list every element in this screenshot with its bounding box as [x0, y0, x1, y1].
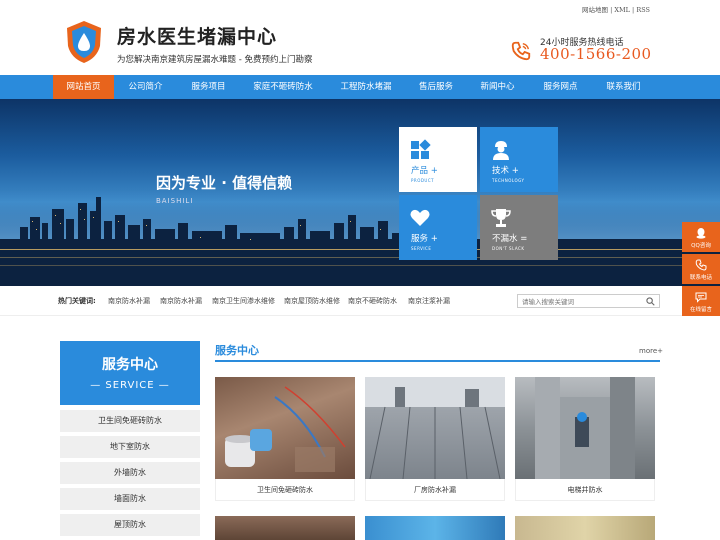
keyword-link[interactable]: 南京注浆补漏 — [408, 296, 450, 306]
keyword-link[interactable]: 南京不砸砖防水 — [348, 296, 397, 306]
online-message-button[interactable]: 在线留言 — [682, 286, 720, 316]
service-card[interactable] — [215, 516, 355, 540]
card-caption: 卫生间免砸砖防水 — [215, 479, 355, 501]
keyword-link[interactable]: 南京防水补漏 — [160, 296, 202, 306]
phone-contact-button[interactable]: 联系电话 — [682, 254, 720, 284]
tile-product-en: PRODUCT — [411, 178, 435, 183]
top-links: 网站地图 | XML | RSS — [582, 6, 650, 14]
tile-no-leak[interactable]: 不漏水 = DON'T SLACK — [480, 195, 558, 260]
online-message-label: 在线留言 — [689, 307, 712, 313]
keyword-link[interactable]: 南京屋顶防水维修 — [284, 296, 340, 306]
phone-icon — [695, 259, 707, 271]
more-link[interactable]: more+ — [639, 347, 663, 355]
city-skyline-image — [0, 189, 720, 286]
tile-technology-label: 技术 + — [492, 166, 519, 176]
service-card[interactable]: 卫生间免砸砖防水 — [215, 377, 355, 501]
chat-icon — [695, 292, 707, 303]
shield-drop-logo-icon[interactable] — [64, 20, 104, 64]
trophy-icon — [491, 209, 511, 227]
banner-slogan: 因为专业 · 值得信赖 — [156, 174, 293, 192]
tile-technology-en: TECHNOLOGY — [492, 178, 525, 183]
sidebar-item-exterior-wall[interactable]: 外墙防水 — [60, 462, 200, 484]
sidebar-item-bathroom[interactable]: 卫生间免砸砖防水 — [60, 410, 200, 432]
banner-subtitle: BAISHILI — [156, 197, 194, 205]
main-nav: 网站首页 公司简介 服务项目 家庭不砸砖防水 工程防水堵漏 售后服务 新闻中心 … — [0, 75, 720, 99]
search-input[interactable] — [522, 296, 640, 307]
phone-icon — [511, 41, 531, 61]
phone-contact-label: 联系电话 — [689, 275, 712, 281]
site-title: 房水医生堵漏中心 — [117, 26, 278, 48]
worker-icon — [493, 141, 509, 160]
keyword-link[interactable]: 南京卫生间渗水维修 — [212, 296, 275, 306]
hotline-number[interactable]: 400-1566-200 — [540, 45, 652, 63]
section-title: 服务中心 — [215, 344, 259, 357]
nav-item-about[interactable]: 公司简介 — [117, 75, 174, 99]
card-image — [515, 377, 655, 479]
tile-product-label: 产品 + — [411, 166, 438, 176]
card-caption: 厂房防水补漏 — [365, 479, 505, 501]
tile-product[interactable]: 产品 + PRODUCT — [399, 127, 477, 192]
section-divider — [215, 360, 660, 362]
tile-technology[interactable]: 技术 + TECHNOLOGY — [480, 127, 558, 192]
qq-consult-label: QQ咨询 — [691, 243, 711, 249]
service-card[interactable]: 电梯井防水 — [515, 377, 655, 501]
nav-item-aftersales[interactable]: 售后服务 — [410, 75, 462, 99]
tile-no-leak-label: 不漏水 = — [492, 234, 528, 244]
qq-consult-button[interactable]: QQ咨询 — [682, 222, 720, 252]
card-caption: 电梯井防水 — [515, 479, 655, 501]
hero-banner[interactable]: 因为专业 · 值得信赖 BAISHILI 产品 + PRODUCT 技术 + T… — [0, 99, 720, 286]
site-header: 房水医生堵漏中心 为您解决南京建筑房屋漏水难题 - 免费预约上门勘察 网站地图 … — [0, 0, 720, 75]
search-icon[interactable] — [646, 297, 655, 306]
heart-icon — [410, 209, 430, 226]
rss-link[interactable]: RSS — [636, 6, 650, 14]
keyword-link[interactable]: 南京防水补漏 — [108, 296, 150, 306]
service-card[interactable] — [365, 516, 505, 540]
sidebar-title: 服务中心 — [102, 357, 158, 373]
nav-item-services[interactable]: 服务项目 — [180, 75, 237, 99]
sidebar-item-wall[interactable]: 墙面防水 — [60, 488, 200, 510]
qq-icon — [696, 228, 706, 239]
card-image — [515, 516, 655, 540]
service-card[interactable] — [515, 516, 655, 540]
tile-service[interactable]: 服务 + SERVICE — [399, 195, 477, 260]
nav-item-home[interactable]: 网站首页 — [53, 75, 114, 99]
tile-no-leak-en: DON'T SLACK — [492, 246, 525, 251]
card-image — [215, 377, 355, 479]
tile-service-label: 服务 + — [411, 234, 438, 244]
nav-item-outlets[interactable]: 服务网点 — [533, 75, 588, 99]
card-image — [365, 516, 505, 540]
nav-item-contact[interactable]: 联系我们 — [596, 75, 651, 99]
sitemap-link[interactable]: 网站地图 — [582, 6, 608, 14]
card-image — [365, 377, 505, 479]
sidebar-item-basement[interactable]: 地下室防水 — [60, 436, 200, 458]
xml-link[interactable]: XML — [614, 6, 630, 14]
nav-item-news[interactable]: 新闻中心 — [470, 75, 525, 99]
nav-item-engineering[interactable]: 工程防水堵漏 — [330, 75, 402, 99]
site-slogan: 为您解决南京建筑房屋漏水难题 - 免费预约上门勘察 — [117, 55, 313, 65]
nav-item-home-waterproof[interactable]: 家庭不砸砖防水 — [245, 75, 321, 99]
sidebar-header: 服务中心 — SERVICE — — [60, 341, 200, 405]
card-image — [215, 516, 355, 540]
grid-icon — [411, 139, 431, 159]
sidebar-subtitle: — SERVICE — — [90, 380, 170, 391]
tile-service-en: SERVICE — [411, 246, 432, 251]
search-box — [517, 294, 660, 308]
keyword-label: 热门关键词: — [58, 297, 96, 305]
sidebar-item-roof[interactable]: 屋顶防水 — [60, 514, 200, 536]
service-card[interactable]: 厂房防水补漏 — [365, 377, 505, 501]
